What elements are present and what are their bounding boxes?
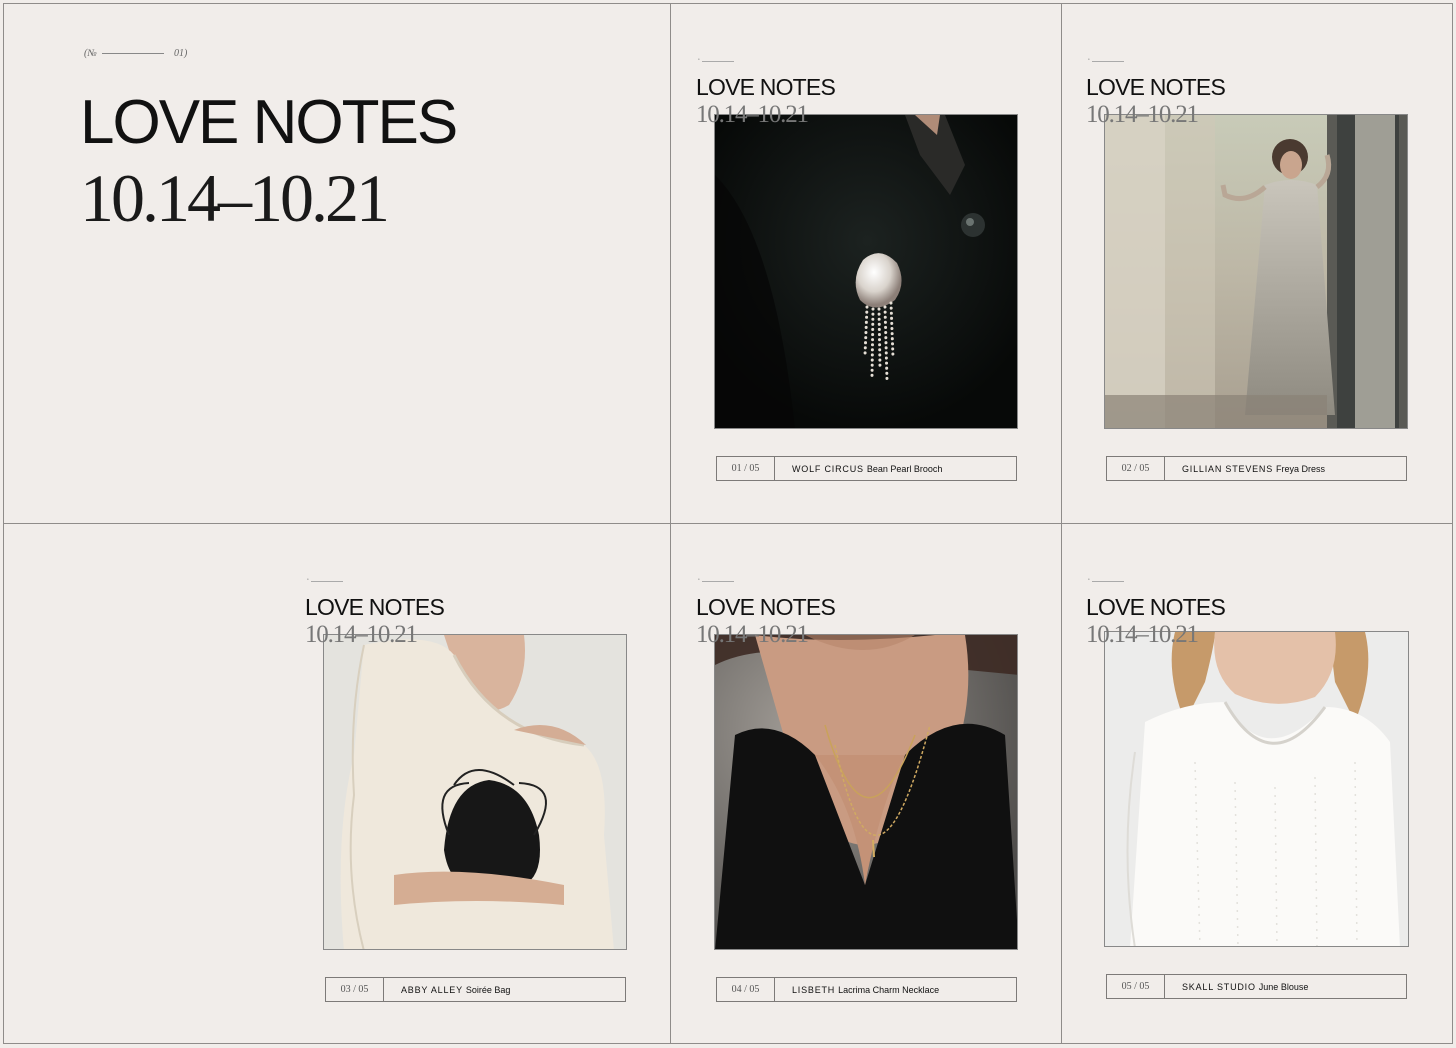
outer-border-bottom [3,1043,1453,1044]
card-date-range: 10.14–10.21 [1086,101,1199,128]
card-number-mark: • [307,578,309,583]
product-photo[interactable] [1104,631,1409,947]
card-4: • LOVE NOTES 10.14–10.21 04 / 05 LISBETH… [671,524,1061,1043]
card-date-range: 10.14–10.21 [305,621,418,648]
card-date-range: 10.14–10.21 [1086,621,1199,648]
page-title: LOVE NOTES [80,88,458,157]
product-caption[interactable]: 03 / 05 ABBY ALLEY Soirée Bag [325,977,626,1002]
card-title: LOVE NOTES [1086,594,1226,620]
product-photo[interactable] [714,634,1018,950]
card-number-rule [1092,61,1124,62]
card-number-rule [1092,581,1124,582]
card-1: • LOVE NOTES 10.14–10.21 01 / 05 WOLF CI… [671,4,1061,523]
issue-number-prefix: (№ [84,48,97,59]
caption-product: Soirée Bag [465,984,511,995]
card-number-rule [311,581,343,582]
product-caption[interactable]: 05 / 05 SKALL STUDIO June Blouse [1106,974,1407,999]
card-number-mark: • [1088,58,1090,63]
caption-brand: WOLF CIRCUS [792,463,864,474]
card-number-rule [702,61,734,62]
product-caption[interactable]: 01 / 05 WOLF CIRCUS Bean Pearl Brooch [716,456,1017,481]
card-date-range: 10.14–10.21 [696,621,809,648]
caption-brand: LISBETH [792,984,836,995]
caption-index: 02 / 05 [1107,457,1165,480]
card-3: • LOVE NOTES 10.14–10.21 03 / 05 ABBY AL… [281,524,670,1043]
card-2: • LOVE NOTES 10.14–10.21 02 / 05 GILLIAN… [1062,4,1452,523]
caption-index: 03 / 05 [326,978,384,1001]
product-photo[interactable] [714,114,1018,429]
caption-label: SKALL STUDIO June Blouse [1165,982,1308,992]
card-number-mark: • [1088,578,1090,583]
intro-panel: (№ 01) LOVE NOTES 10.14–10.21 [4,4,670,523]
caption-index: 04 / 05 [717,978,775,1001]
product-caption[interactable]: 02 / 05 GILLIAN STEVENS Freya Dress [1106,456,1407,481]
caption-product: Freya Dress [1276,463,1326,474]
caption-product: Bean Pearl Brooch [866,463,943,474]
card-5: • LOVE NOTES 10.14–10.21 05 / 05 SKALL S… [1062,524,1452,1043]
card-date-range: 10.14–10.21 [696,101,809,128]
caption-label: WOLF CIRCUS Bean Pearl Brooch [775,464,942,474]
card-title: LOVE NOTES [1086,74,1226,100]
caption-product: Lacrima Charm Necklace [838,984,940,995]
caption-label: GILLIAN STEVENS Freya Dress [1165,464,1325,474]
issue-number: 01) [174,48,188,59]
caption-index: 05 / 05 [1107,975,1165,998]
card-title: LOVE NOTES [696,594,836,620]
card-number-mark: • [698,58,700,63]
caption-index: 01 / 05 [717,457,775,480]
caption-brand: GILLIAN STEVENS [1182,463,1274,474]
product-photo[interactable] [1104,114,1408,429]
caption-brand: ABBY ALLEY [401,984,463,995]
card-title: LOVE NOTES [305,594,445,620]
caption-label: LISBETH Lacrima Charm Necklace [775,985,939,995]
page-date-range: 10.14–10.21 [80,160,390,236]
product-caption[interactable]: 04 / 05 LISBETH Lacrima Charm Necklace [716,977,1017,1002]
caption-label: ABBY ALLEY Soirée Bag [384,985,510,995]
card-title: LOVE NOTES [696,74,836,100]
caption-product: June Blouse [1258,981,1309,992]
product-photo[interactable] [323,634,627,950]
card-number-rule [702,581,734,582]
issue-number-rule [102,53,164,54]
caption-brand: SKALL STUDIO [1182,981,1256,992]
card-number-mark: • [698,578,700,583]
